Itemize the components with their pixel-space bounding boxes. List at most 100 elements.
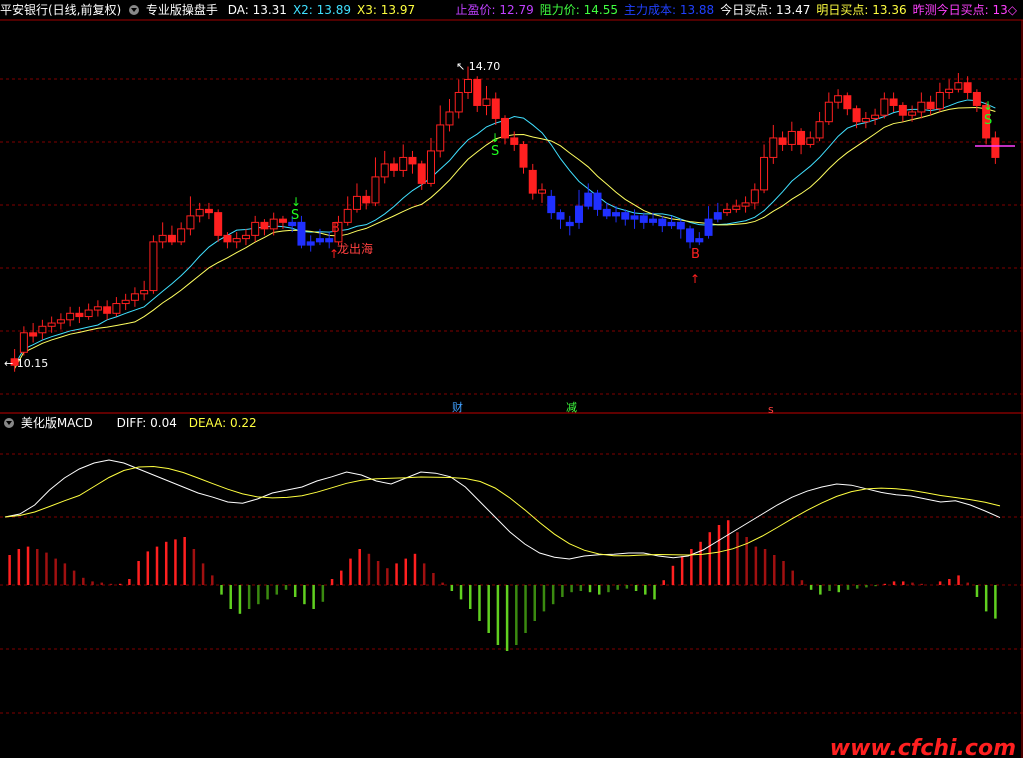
candle-body <box>306 241 315 246</box>
candle-body <box>362 195 371 204</box>
candle-body <box>639 215 648 223</box>
event-cai: 财 <box>452 400 463 414</box>
candle-body <box>167 234 176 243</box>
candle-body <box>945 88 954 93</box>
candle-body <box>177 228 186 243</box>
high-price-label: ↖ 14.70 <box>456 60 500 73</box>
candle-body <box>371 176 380 204</box>
candle-body <box>658 218 667 227</box>
candle-body <box>824 101 833 123</box>
candle-body <box>723 208 732 214</box>
candle-body <box>19 332 28 353</box>
candle-body <box>871 114 880 119</box>
candle-body <box>547 195 556 214</box>
candle-body <box>352 195 361 210</box>
candle-body <box>787 130 796 145</box>
candle-body <box>926 101 935 110</box>
deaa-line <box>4 465 1001 557</box>
candle-body <box>380 163 389 178</box>
candle-body <box>454 91 463 113</box>
candle-body <box>417 163 426 184</box>
candle-body <box>676 221 685 230</box>
candle-body <box>880 98 889 116</box>
candle-body <box>713 212 722 220</box>
candle-body <box>852 108 861 123</box>
candle-body <box>223 234 232 243</box>
candle-body <box>593 192 602 210</box>
candle-body <box>565 221 574 227</box>
sell-arrow-icon: ↓ <box>983 99 993 113</box>
candle-body <box>408 156 417 165</box>
sell-signal-s: S <box>491 144 499 159</box>
candle-body <box>510 137 519 145</box>
candle-body <box>436 124 445 152</box>
stock-chart[interactable]: ↖ 14.70 ← 10.15 龙出海 B B S S S 财 减 s ↓ ↓ ↓ ↑ ↑ www.cfchi.… <box>0 0 1023 758</box>
candle-body <box>908 111 917 116</box>
buy-arrow-icon: ↑ <box>329 247 339 261</box>
candle-body <box>935 91 944 110</box>
candle-body <box>861 117 870 123</box>
buy-signal-b: B <box>691 247 700 262</box>
candle-body <box>843 95 852 110</box>
sell-signal-s: S <box>291 208 299 223</box>
event-jian: 减 <box>566 401 577 414</box>
candle-body <box>806 137 815 145</box>
candle-body <box>778 137 787 145</box>
sell-signal-s: S <box>984 113 992 128</box>
candle-body <box>241 234 250 240</box>
candle-body <box>232 238 241 243</box>
candle-body <box>297 221 306 246</box>
candle-body <box>47 322 56 327</box>
candle-body <box>251 221 260 236</box>
candle-body <box>741 202 750 207</box>
sell-arrow-icon: ↓ <box>490 131 500 145</box>
candle-body <box>445 111 454 126</box>
candle-body <box>260 221 269 230</box>
candle-body <box>575 205 584 223</box>
candle-body <box>38 325 47 334</box>
candle-body <box>501 117 509 139</box>
candle-body <box>695 238 704 243</box>
candle-body <box>130 293 139 301</box>
candle-body <box>898 104 907 116</box>
candle-body <box>195 208 204 217</box>
candle-body <box>315 238 324 243</box>
candle-body <box>491 98 500 119</box>
low-price-label: ← 10.15 <box>4 357 48 370</box>
candle-body <box>649 218 658 223</box>
candle-body <box>75 312 84 318</box>
candle-body <box>556 212 565 220</box>
candle-body <box>834 95 843 103</box>
candle-body <box>815 121 824 139</box>
event-s: s <box>768 403 774 416</box>
candle-body <box>760 156 769 191</box>
candle-body <box>686 228 695 243</box>
candle-body <box>704 218 713 236</box>
candle-body <box>991 137 1000 158</box>
candle-body <box>158 234 167 243</box>
candle-body <box>278 218 287 223</box>
candle-body <box>186 215 195 230</box>
candle-body <box>66 312 75 321</box>
candle-body <box>732 205 741 210</box>
diff-line <box>4 459 1001 560</box>
candle-body <box>389 163 398 171</box>
candle-body <box>204 208 213 214</box>
candle-body <box>343 208 352 223</box>
candle-body <box>463 78 472 93</box>
candle-body <box>769 137 778 158</box>
candle-body <box>963 82 972 93</box>
candle-body <box>121 299 130 305</box>
candle-body <box>426 150 435 184</box>
candle-body <box>269 218 278 230</box>
buy-signal-b: B <box>331 221 340 236</box>
candle-body <box>917 101 926 113</box>
candle-body <box>93 306 102 311</box>
sell-arrow-icon: ↓ <box>291 195 301 209</box>
candle-body <box>29 332 38 337</box>
candle-body <box>528 169 537 194</box>
candle-body <box>538 189 547 194</box>
candle-body <box>103 306 112 314</box>
candle-body <box>584 192 593 207</box>
candle-body <box>84 309 93 318</box>
